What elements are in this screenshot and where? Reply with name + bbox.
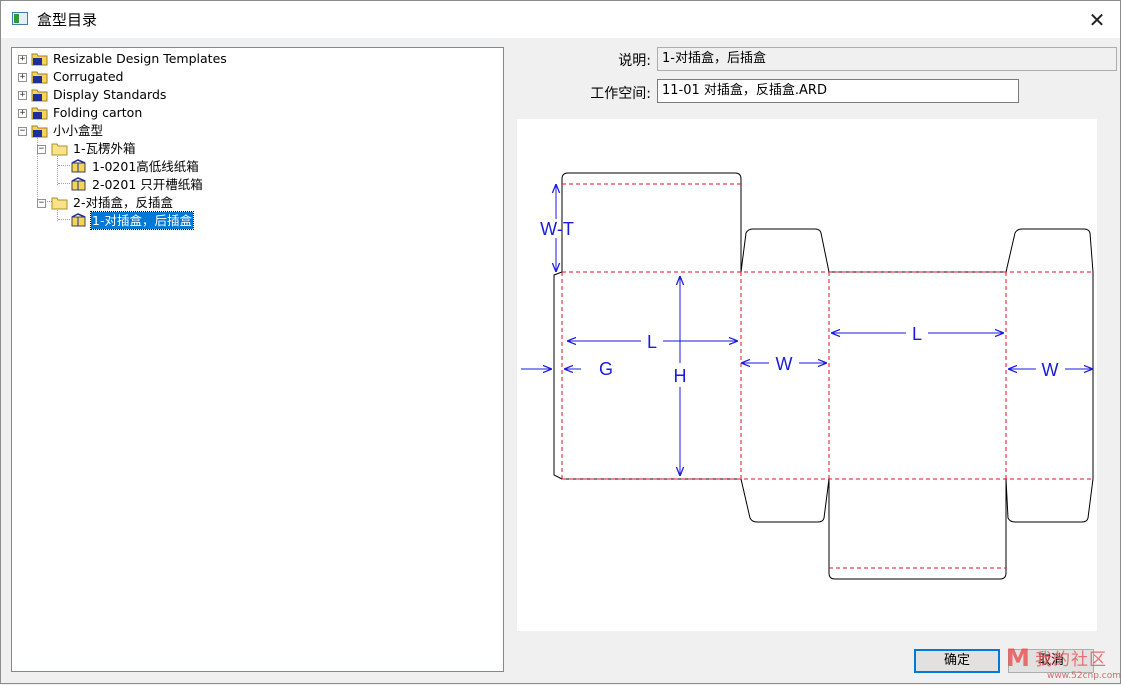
tree-item-label: Corrugated: [53, 69, 124, 84]
title-bar: 盒型目录 ✕: [1, 1, 1120, 38]
dim-label-wt: W-T: [540, 219, 574, 239]
tree-item-label: Folding carton: [53, 105, 143, 120]
tree-item-label-selected: 1-对插盒，后插盒: [90, 211, 194, 230]
dialog-window: 盒型目录 ✕ + Resizable Design Templates + Co…: [0, 0, 1121, 684]
tree-item-tuck-end-rear[interactable]: 1-对插盒，后插盒: [12, 211, 492, 230]
template-tree[interactable]: + Resizable Design Templates + Corrugate…: [11, 47, 504, 672]
collapse-icon[interactable]: −: [37, 145, 46, 154]
tree-item-label: 1-瓦楞外箱: [73, 141, 136, 156]
dimension-lines: [521, 184, 1093, 476]
app-icon: [12, 12, 28, 25]
tree-item-tuck-end-reverse[interactable]: − 2-对插盒，反插盒: [12, 194, 492, 212]
library-icon: [31, 53, 48, 66]
library-icon: [31, 89, 48, 102]
workspace-field[interactable]: 11-01 对插盒，反插盒.ARD: [657, 79, 1019, 103]
watermark-url: www.52cnp.com: [1047, 671, 1121, 681]
library-icon: [31, 125, 48, 138]
workspace-label: 工作空间:: [590, 86, 651, 102]
expand-icon[interactable]: +: [18, 73, 27, 82]
tree-item-resizable-design-templates[interactable]: + Resizable Design Templates: [12, 50, 492, 68]
dimension-labels: W-T L G H W L W: [540, 219, 1058, 386]
dim-label-w-mid: W: [776, 354, 793, 374]
close-button[interactable]: ✕: [1074, 1, 1120, 38]
dim-label-l-right: L: [912, 324, 922, 344]
dim-label-g: G: [599, 359, 613, 379]
ok-button[interactable]: 确定: [914, 649, 1000, 673]
tree-item-corrugated[interactable]: + Corrugated: [12, 68, 492, 86]
design-file-icon: [71, 159, 86, 173]
collapse-icon[interactable]: −: [18, 127, 27, 136]
design-file-icon: [71, 177, 86, 191]
dim-label-l-left: L: [647, 332, 657, 352]
expand-icon[interactable]: +: [18, 55, 27, 64]
tree-item-label: 2-0201 只开槽纸箱: [92, 177, 203, 192]
tree-item-0201-slotted-carton[interactable]: 2-0201 只开槽纸箱: [12, 176, 492, 194]
tree-item-display-standards[interactable]: + Display Standards: [12, 86, 492, 104]
dieline-diagram: W-T L G H W L W: [521, 172, 1094, 580]
cut-lines: [553, 172, 1094, 580]
expand-icon[interactable]: +: [18, 109, 27, 118]
folder-icon: [51, 197, 68, 210]
dim-label-h: H: [674, 366, 687, 386]
tree-item-folding-carton[interactable]: + Folding carton: [12, 104, 492, 122]
watermark: M 我的社区 www.52cnp.com: [1003, 641, 1121, 685]
design-file-icon: [71, 213, 86, 227]
library-icon: [31, 107, 48, 120]
watermark-text: 我的社区: [1035, 650, 1107, 670]
watermark-logo-icon: M: [1006, 644, 1030, 672]
tree-item-label: Display Standards: [53, 87, 167, 102]
tree-item-label: 小小盒型: [53, 123, 104, 138]
tree-item-small-boxes[interactable]: − 小小盒型: [12, 122, 492, 140]
description-field: 1-对插盒，后插盒: [657, 47, 1117, 71]
tree-item-label: 2-对插盒，反插盒: [73, 195, 173, 210]
window-title: 盒型目录: [37, 11, 98, 29]
dim-label-w-right: W: [1042, 360, 1059, 380]
library-icon: [31, 71, 48, 84]
tree-item-corrugated-outer-box[interactable]: − 1-瓦楞外箱: [12, 140, 492, 158]
collapse-icon[interactable]: −: [37, 199, 46, 208]
folder-icon: [51, 143, 68, 156]
description-label: 说明:: [618, 53, 651, 69]
box-preview: W-T L G H W L W: [517, 119, 1097, 631]
tree-item-0201-high-low-carton[interactable]: 1-0201高低线纸箱: [12, 158, 492, 176]
tree-item-label: 1-0201高低线纸箱: [92, 159, 199, 174]
tree-item-label: Resizable Design Templates: [53, 51, 227, 66]
expand-icon[interactable]: +: [18, 91, 27, 100]
